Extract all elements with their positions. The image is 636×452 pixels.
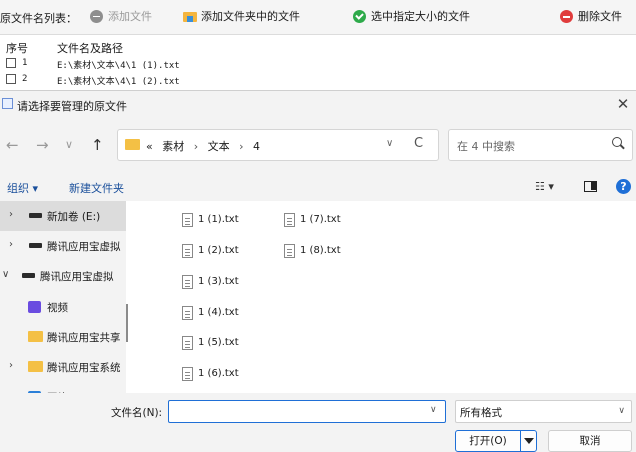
col-path-header: 文件名及路径 [57, 42, 123, 55]
filename-input[interactable] [168, 400, 446, 423]
sidebar-item-tencent-virtual-2[interactable]: ∨ 腾讯应用宝虚拟 [0, 261, 126, 291]
up-icon[interactable]: ↑ [91, 136, 104, 154]
filename-label: 文件名(N): [111, 407, 163, 419]
table-row[interactable]: 1 E:\素材\文本\4\1 (1).txt [0, 56, 636, 72]
help-icon[interactable]: ? [616, 179, 631, 194]
add-folder-files-button[interactable]: 添加文件夹中的文件 [183, 8, 300, 24]
search-icon[interactable] [612, 137, 622, 147]
text-file-icon [182, 367, 193, 381]
drive-icon [29, 213, 42, 218]
remove-icon [560, 9, 573, 23]
table-row[interactable]: 2 E:\素材\文本\4\1 (2).txt [0, 72, 636, 88]
app-icon [2, 98, 13, 109]
text-file-icon [182, 275, 193, 289]
check-icon [353, 9, 366, 23]
row-checkbox[interactable] [6, 58, 16, 68]
text-file-icon [182, 244, 193, 258]
row-checkbox[interactable] [6, 74, 16, 84]
breadcrumb: « 素材 › 文本 › 4 [146, 140, 261, 153]
folder-icon [28, 331, 43, 342]
breadcrumb-item[interactable]: 文本 [208, 140, 230, 153]
sidebar-item-pictures[interactable]: 图片 [0, 382, 126, 393]
chevron-down-icon[interactable]: ∨ [430, 405, 437, 415]
folder-icon [28, 361, 43, 372]
search-input[interactable]: 在 4 中搜索 [448, 129, 633, 161]
folder-icon [125, 139, 140, 150]
close-icon[interactable]: ✕ [614, 94, 632, 114]
forward-icon[interactable]: → [36, 136, 49, 154]
open-options-icon[interactable] [520, 431, 536, 451]
sidebar-scrollbar[interactable] [126, 304, 128, 342]
select-by-size-button[interactable]: 选中指定大小的文件 [353, 8, 470, 24]
recent-locations-icon[interactable]: ∨ [65, 138, 73, 151]
folder-icon [183, 10, 197, 23]
file-list: 1 (1).txt 1 (2).txt 1 (3).txt 1 (4).txt … [136, 201, 636, 391]
drive-icon [29, 243, 42, 248]
cancel-button[interactable]: 取消 [548, 430, 632, 452]
delete-file-button[interactable]: 删除文件 [560, 8, 622, 24]
view-menu-icon[interactable]: ☷ ▾ [535, 180, 554, 193]
new-folder-button[interactable]: 新建文件夹 [69, 180, 124, 196]
preview-pane-icon[interactable] [584, 181, 597, 192]
text-file-icon [182, 336, 193, 350]
navigation-bar: ← → ∨ ↑ « 素材 › 文本 › 4 ∨ C 在 4 中搜索 [0, 119, 636, 173]
address-bar[interactable]: « 素材 › 文本 › 4 ∨ C [117, 129, 439, 161]
app-toolbar: 原文件名列表： 添加文件 添加文件夹中的文件 选中指定大小的文件 删除文件 [0, 0, 636, 34]
sidebar-item-drive-e[interactable]: › 新加卷 (E:) [0, 201, 126, 231]
video-icon [28, 301, 41, 313]
sidebar-item-tencent-shared[interactable]: 腾讯应用宝共享 [0, 322, 126, 352]
chevron-down-icon: ∨ [618, 406, 625, 416]
navigation-pane: › 新加卷 (E:) › 腾讯应用宝虚拟 ∨ 腾讯应用宝虚拟 视频 腾讯应用宝共… [0, 201, 126, 393]
sidebar-item-tencent-virtual-1[interactable]: › 腾讯应用宝虚拟 [0, 231, 126, 261]
dialog-titlebar: 请选择要管理的原文件 ✕ [0, 91, 636, 119]
sidebar-item-videos[interactable]: 视频 [0, 292, 126, 322]
command-bar: 组织 ▾ 新建文件夹 ☷ ▾ ? [0, 173, 636, 201]
text-file-icon [182, 213, 193, 227]
dialog-title: 请选择要管理的原文件 [17, 100, 127, 113]
refresh-icon[interactable]: C [414, 136, 423, 151]
back-icon[interactable]: ← [6, 136, 19, 154]
file-type-select[interactable]: 所有格式 ∨ [455, 400, 632, 423]
add-icon [90, 9, 103, 23]
text-file-icon [284, 244, 295, 258]
text-file-icon [284, 213, 295, 227]
drive-icon [22, 273, 35, 278]
open-button[interactable]: 打开(O) [455, 430, 537, 452]
add-file-button[interactable]: 添加文件 [90, 8, 152, 24]
file-list-label: 原文件名列表： [0, 12, 77, 25]
file-open-dialog: 请选择要管理的原文件 ✕ ← → ∨ ↑ « 素材 › 文本 › 4 ∨ C 在… [0, 90, 636, 452]
file-table: 序号 文件名及路径 1 E:\素材\文本\4\1 (1).txt 2 E:\素材… [0, 34, 636, 90]
text-file-icon [182, 306, 193, 320]
breadcrumb-item[interactable]: 素材 [162, 140, 184, 153]
breadcrumb-item[interactable]: 4 [253, 140, 260, 153]
organize-button[interactable]: 组织 ▾ [7, 180, 38, 196]
sidebar-item-tencent-system[interactable]: › 腾讯应用宝系统 [0, 352, 126, 382]
col-index-header: 序号 [6, 42, 28, 55]
chevron-down-icon[interactable]: ∨ [386, 138, 393, 149]
dialog-footer: 文件名(N): ∨ 所有格式 ∨ 打开(O) 取消 [0, 393, 636, 452]
